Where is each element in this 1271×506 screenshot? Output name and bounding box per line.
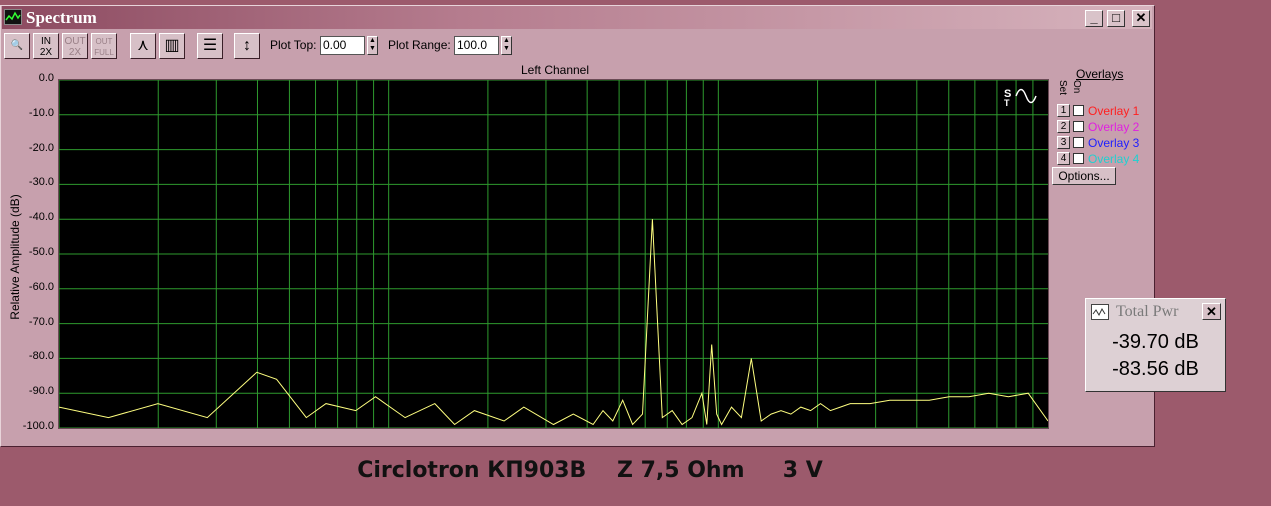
- overlay-checkbox-4[interactable]: [1073, 153, 1084, 164]
- options-button[interactable]: Options...: [1052, 167, 1116, 185]
- zoom-out-full-button[interactable]: OUT FULL: [91, 33, 117, 59]
- overlays-set-label: Set: [1057, 80, 1068, 96]
- plot-range-spinner[interactable]: ▲ ▼: [501, 36, 512, 55]
- overlays-title: Overlays: [1076, 67, 1124, 81]
- y-tick-label: -60.0: [28, 280, 54, 293]
- chart-title: Left Channel: [520, 63, 590, 77]
- y-tick-label: -80.0: [28, 350, 54, 363]
- zoom-icon[interactable]: 🔍: [4, 33, 30, 59]
- y-tick-label: 0.0: [38, 72, 54, 84]
- y-tick-label: -50.0: [28, 246, 54, 258]
- zoom-out-2x-button[interactable]: OUT 2X: [62, 33, 88, 59]
- y-tick-label: -70.0: [28, 315, 54, 328]
- measurement-caption: Circlotron КП903В Z 7,5 Ohm 3 V: [357, 458, 823, 483]
- overlay-set-button-4[interactable]: 4: [1057, 152, 1070, 165]
- total-power-value-1: -39.70 dB: [1112, 331, 1199, 353]
- y-tick-label: -20.0: [28, 141, 54, 154]
- y-tick-label: -40.0: [28, 211, 54, 224]
- close-button[interactable]: ✕: [1132, 10, 1150, 27]
- y-tick-label: -90.0: [28, 385, 54, 398]
- y-tick-label: -30.0: [28, 176, 54, 189]
- title-bar[interactable]: Spectrum _ □ ✕: [2, 6, 1152, 29]
- spectrum-plot[interactable]: ST: [58, 79, 1049, 429]
- signal-type-icon[interactable]: ST: [1004, 85, 1044, 108]
- plot-top-input[interactable]: 0.00: [320, 36, 365, 55]
- spectrum-trace-0: [58, 219, 1049, 426]
- plot-top-spinner[interactable]: ▲ ▼: [367, 36, 378, 55]
- total-power-value-2: -83.56 dB: [1112, 358, 1199, 380]
- plot-top-label: Plot Top:: [270, 38, 317, 52]
- overlay-checkbox-1[interactable]: [1073, 105, 1084, 116]
- waveform-icon: [1091, 304, 1109, 320]
- svg-text:T: T: [1004, 98, 1010, 107]
- total-power-panel: Total Pwr ✕ -39.70 dB -83.56 dB: [1085, 298, 1226, 392]
- settings-icon[interactable]: ☰: [197, 33, 223, 59]
- plot-range-input[interactable]: 100.0: [454, 36, 499, 55]
- y-tick-label: -10.0: [28, 106, 54, 119]
- maximize-button[interactable]: □: [1107, 10, 1125, 27]
- overlay-set-button-2[interactable]: 2: [1057, 120, 1070, 133]
- minimize-button[interactable]: _: [1085, 10, 1103, 27]
- overlay-set-button-3[interactable]: 3: [1057, 136, 1070, 149]
- autoscale-icon[interactable]: ↕: [234, 33, 260, 59]
- overlay-checkbox-2[interactable]: [1073, 121, 1084, 132]
- zoom-in-2x-button[interactable]: IN 2X: [33, 33, 59, 59]
- overlay-checkbox-3[interactable]: [1073, 137, 1084, 148]
- overlay-label-2: Overlay 2: [1088, 120, 1140, 134]
- line-mode-icon[interactable]: ⋏: [130, 33, 156, 59]
- y-tick-label: -100.0: [22, 420, 54, 432]
- overlay-set-button-1[interactable]: 1: [1057, 104, 1070, 117]
- overlay-label-1: Overlay 1: [1088, 104, 1140, 118]
- overlay-label-4: Overlay 4: [1088, 152, 1140, 166]
- spectrum-chart: [58, 79, 1049, 429]
- window-title: Spectrum: [26, 8, 97, 27]
- total-power-close-button[interactable]: ✕: [1202, 303, 1221, 320]
- overlay-label-3: Overlay 3: [1088, 136, 1140, 150]
- bar-mode-icon[interactable]: ▥: [159, 33, 185, 59]
- spectrum-app-icon: [4, 9, 22, 25]
- plot-range-label: Plot Range:: [388, 38, 451, 52]
- overlays-on-label: On: [1071, 80, 1082, 94]
- total-power-title: Total Pwr: [1116, 303, 1179, 320]
